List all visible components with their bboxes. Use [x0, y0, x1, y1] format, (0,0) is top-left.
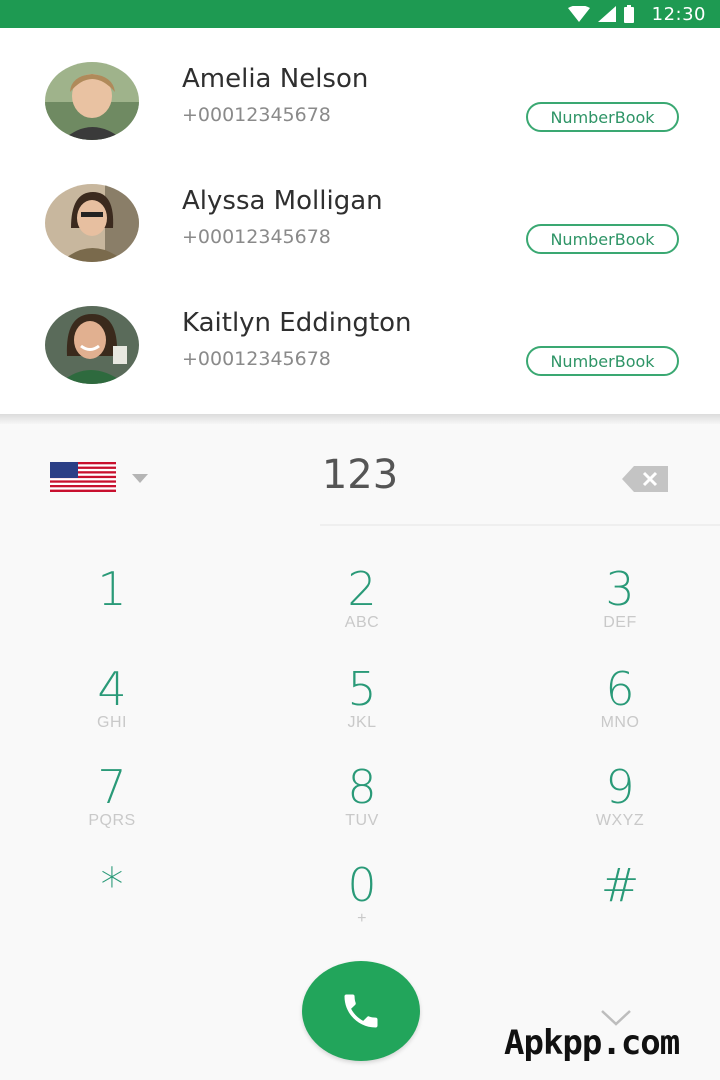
key-6[interactable]: 6 MNO: [540, 664, 700, 754]
contact-name: Alyssa Molligan: [182, 186, 383, 216]
key-digit: 1: [97, 562, 127, 616]
avatar-kaitlyn[interactable]: [45, 306, 139, 384]
numberbook-badge[interactable]: NumberBook: [526, 102, 679, 132]
status-time: 12:30: [651, 3, 706, 25]
key-digit: 3: [605, 562, 635, 616]
key-letters: JKL: [347, 714, 377, 731]
battery-icon: [623, 5, 634, 23]
key-letters: MNO: [600, 714, 640, 731]
key-3[interactable]: 3 DEF: [540, 564, 700, 654]
status-icons: 12:30: [567, 3, 706, 25]
key-letters: +: [357, 910, 367, 927]
dialer-panel: 123 1 2 ABC 3 DEF 4 GHI 5 JKL 6 MNO 7 PQ…: [0, 424, 720, 1080]
key-digit: 8: [347, 760, 377, 814]
numberbook-badge[interactable]: NumberBook: [526, 346, 679, 376]
key-digit: *: [100, 858, 124, 912]
key-5[interactable]: 5 JKL: [282, 664, 442, 754]
key-star[interactable]: *: [32, 860, 192, 950]
number-underline: [320, 524, 720, 526]
wifi-icon: [567, 6, 590, 22]
key-letters: DEF: [603, 614, 637, 631]
key-digit: #: [600, 858, 640, 912]
call-button[interactable]: [302, 961, 420, 1061]
contacts-list: Amelia Nelson +00012345678 NumberBook Al…: [0, 28, 720, 418]
contact-row[interactable]: Amelia Nelson +00012345678 NumberBook: [0, 28, 720, 150]
contact-phone: +00012345678: [182, 104, 331, 126]
numberbook-badge[interactable]: NumberBook: [526, 224, 679, 254]
avatar-alyssa[interactable]: [45, 184, 139, 262]
key-2[interactable]: 2 ABC: [282, 564, 442, 654]
watermark: Apkpp.com: [504, 1023, 680, 1063]
key-0[interactable]: 0 +: [282, 860, 442, 950]
key-digit: 9: [605, 760, 635, 814]
contact-name: Kaitlyn Eddington: [182, 308, 412, 338]
key-digit: 2: [347, 562, 377, 616]
key-letters: WXYZ: [595, 812, 645, 829]
key-digit: 6: [605, 662, 635, 716]
contact-phone: +00012345678: [182, 348, 331, 370]
key-letters: TUV: [345, 812, 379, 829]
avatar-amelia[interactable]: [45, 62, 139, 140]
key-8[interactable]: 8 TUV: [282, 762, 442, 852]
key-letters: GHI: [97, 714, 127, 731]
us-flag-icon[interactable]: [50, 462, 116, 492]
key-digit: 0: [347, 858, 377, 912]
contact-name: Amelia Nelson: [182, 64, 369, 94]
key-letters: ABC: [344, 614, 380, 631]
contact-phone: +00012345678: [182, 226, 331, 248]
signal-icon: [597, 6, 616, 22]
key-7[interactable]: 7 PQRS: [32, 762, 192, 852]
country-dropdown-caret[interactable]: [132, 474, 148, 483]
key-hash[interactable]: #: [540, 860, 700, 950]
backspace-icon[interactable]: [622, 466, 668, 492]
dialed-number[interactable]: 123: [260, 452, 460, 498]
key-letters: PQRS: [88, 812, 136, 829]
phone-icon: [344, 994, 378, 1028]
key-9[interactable]: 9 WXYZ: [540, 762, 700, 852]
contact-row[interactable]: Alyssa Molligan +00012345678 NumberBook: [0, 150, 720, 272]
panel-divider: [0, 414, 720, 424]
key-digit: 7: [97, 760, 127, 814]
contact-row[interactable]: Kaitlyn Eddington +00012345678 NumberBoo…: [0, 272, 720, 394]
key-1[interactable]: 1: [32, 564, 192, 654]
key-4[interactable]: 4 GHI: [32, 664, 192, 754]
status-bar: 12:30: [0, 0, 720, 28]
key-digit: 4: [97, 662, 127, 716]
key-digit: 5: [347, 662, 377, 716]
